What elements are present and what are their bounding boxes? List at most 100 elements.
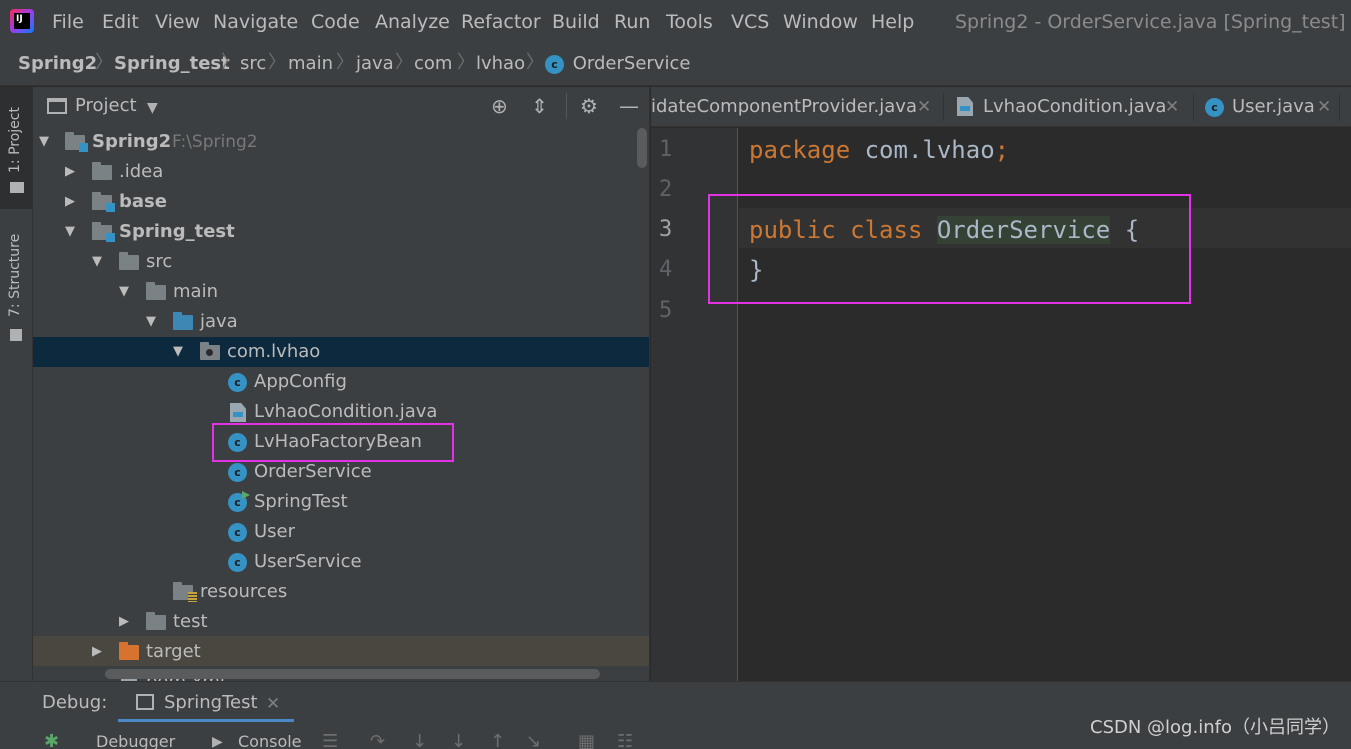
menu-file[interactable]: File (52, 10, 84, 34)
line-number: 2 (659, 177, 673, 202)
run-to-cursor-icon[interactable]: ↘ (526, 733, 541, 749)
debugger-tab[interactable]: Debugger (96, 733, 175, 749)
tree-item-base[interactable]: ▶ base (33, 187, 649, 217)
menu-code[interactable]: Code (311, 10, 360, 34)
chevron-right-icon[interactable]: ▶ (65, 163, 75, 181)
line-number: 5 (659, 298, 673, 323)
tree-item-label: Spring2 (92, 131, 172, 152)
tree-item-test[interactable]: ▶ test (33, 607, 649, 637)
menu-refactor[interactable]: Refactor (461, 10, 541, 34)
chevron-down-icon[interactable]: ▼ (147, 97, 158, 119)
tree-item-spring2[interactable]: ▼ Spring2 F:\Spring2 (33, 127, 649, 157)
close-icon[interactable]: ✕ (1165, 96, 1179, 118)
locate-icon[interactable]: ⊕ (491, 95, 508, 117)
tree-item-label: SpringTest (254, 491, 348, 512)
breadcrumb: Spring2 〉 Spring_test 〉 src 〉 main 〉 jav… (0, 44, 1351, 86)
collapse-all-icon[interactable]: ⇕ (531, 95, 548, 117)
menu-icon[interactable]: ☰ (322, 733, 338, 749)
editor-tab-componentprovider[interactable]: idateComponentProvider.java ✕ (651, 87, 941, 126)
tab-divider (943, 93, 944, 121)
tree-item-idea[interactable]: ▶ .idea (33, 157, 649, 187)
close-icon[interactable]: ✕ (1317, 96, 1331, 118)
folder-icon (146, 282, 166, 300)
breadcrumb-src[interactable]: src (240, 53, 266, 75)
close-icon[interactable]: ✕ (917, 96, 931, 118)
debug-tab-springtest[interactable]: SpringTest ✕ (118, 682, 294, 722)
toolbar-divider (566, 93, 567, 119)
tree-item-user[interactable]: c User (33, 517, 649, 547)
project-panel-title[interactable]: Project (75, 95, 137, 117)
tree-item-com-lvhao[interactable]: ▼ com.lvhao (33, 337, 649, 367)
identifier-token: com.lvhao (850, 136, 995, 164)
tree-item-label: src (146, 251, 173, 272)
tree-item-label: User (254, 521, 296, 542)
tree-item-resources[interactable]: resources (33, 577, 649, 607)
menu-tools[interactable]: Tools (666, 10, 713, 34)
tree-item-appconfig[interactable]: c AppConfig (33, 367, 649, 397)
code-line-1: package com.lvhao; (749, 135, 1009, 165)
breadcrumb-lvhao[interactable]: lvhao (476, 53, 525, 75)
step-into-icon[interactable]: ↓ (412, 733, 427, 749)
project-panel: Project ▼ ⊕ ⇕ ⚙ — ▼ Spring2 F:\Spring2 ▶… (33, 87, 650, 681)
menu-view[interactable]: View (155, 10, 200, 34)
chevron-right-icon[interactable]: ▶ (92, 643, 102, 661)
tree-item-label: UserService (254, 551, 362, 572)
semicolon-token: ; (994, 136, 1010, 164)
menu-analyze[interactable]: Analyze (375, 10, 450, 34)
tool-tab-structure[interactable]: 7: Structure (0, 217, 33, 347)
menu-help[interactable]: Help (871, 10, 914, 34)
editor-tab-user[interactable]: c User.java ✕ (1203, 87, 1343, 126)
bug-icon[interactable]: ✱ (44, 733, 59, 749)
tree-item-src[interactable]: ▼ src (33, 247, 649, 277)
tree-item-main[interactable]: ▼ main (33, 277, 649, 307)
chevron-down-icon[interactable]: ▼ (173, 343, 183, 361)
tree-item-java[interactable]: ▼ java (33, 307, 649, 337)
gear-icon[interactable]: ⚙ (580, 95, 598, 117)
package-folder-icon (200, 342, 220, 360)
excluded-folder-icon (119, 642, 139, 660)
breadcrumb-java[interactable]: java (356, 53, 394, 75)
console-tab[interactable]: Console (238, 733, 302, 749)
tree-item-springtest[interactable]: c SpringTest (33, 487, 649, 517)
debug-label: Debug: (42, 692, 108, 713)
breadcrumb-spring2[interactable]: Spring2 (18, 53, 97, 75)
chevron-down-icon[interactable]: ▼ (92, 253, 102, 271)
tree-item-label: .idea (119, 161, 164, 182)
force-step-into-icon[interactable]: ↓ (451, 733, 466, 749)
breadcrumb-com[interactable]: com (414, 53, 452, 75)
chevron-down-icon[interactable]: ▼ (39, 133, 49, 151)
annotation-highlight-box (708, 194, 1191, 304)
trace-icon[interactable]: ☷ (617, 733, 633, 749)
step-out-icon[interactable]: ↑ (490, 733, 505, 749)
tree-item-target[interactable]: ▶ target (33, 637, 649, 667)
menu-edit[interactable]: Edit (102, 10, 139, 34)
tree-item-spring-test[interactable]: ▼ Spring_test (33, 217, 649, 247)
step-over-icon[interactable]: ↷ (370, 733, 385, 749)
breadcrumb-orderservice[interactable]: c OrderService (545, 53, 690, 75)
close-icon[interactable]: ✕ (266, 693, 280, 715)
breadcrumb-main[interactable]: main (288, 53, 333, 75)
tool-tab-project[interactable]: 1: Project (0, 87, 33, 209)
editor-tab-lvhaocondition[interactable]: LvhaoCondition.java ✕ (951, 87, 1201, 126)
menu-build[interactable]: Build (552, 10, 600, 34)
horizontal-scrollbar[interactable] (105, 669, 600, 679)
tree-item-label: com.lvhao (227, 341, 321, 362)
chevron-down-icon[interactable]: ▼ (65, 223, 75, 241)
chevron-right-icon[interactable]: ▶ (119, 613, 129, 631)
breadcrumb-spring-test[interactable]: Spring_test (114, 53, 230, 75)
tree-item-label: test (173, 611, 208, 632)
menu-window[interactable]: Window (783, 10, 858, 34)
vertical-scrollbar[interactable] (637, 128, 647, 168)
evaluate-icon[interactable]: ▦ (578, 733, 595, 749)
chevron-down-icon[interactable]: ▼ (119, 283, 129, 301)
chevron-down-icon[interactable]: ▼ (146, 313, 156, 331)
class-icon: c (545, 54, 564, 74)
class-icon: c (228, 523, 247, 542)
tree-item-userservice[interactable]: c UserService (33, 547, 649, 577)
menu-run[interactable]: Run (614, 10, 650, 34)
tree-item-label: java (200, 311, 238, 332)
chevron-right-icon[interactable]: ▶ (65, 193, 75, 211)
menu-vcs[interactable]: VCS (731, 10, 769, 34)
menu-navigate[interactable]: Navigate (213, 10, 298, 34)
minimize-icon[interactable]: — (619, 95, 639, 117)
